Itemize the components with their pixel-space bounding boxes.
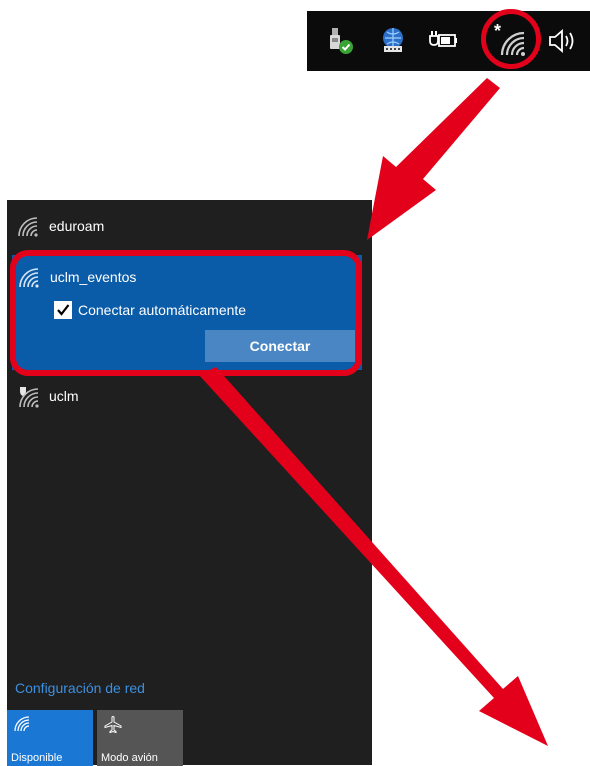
annotation-arrows	[199, 78, 548, 746]
arrow-to-bottom-right	[199, 367, 548, 746]
arrow-tray-to-flyout	[367, 78, 500, 240]
